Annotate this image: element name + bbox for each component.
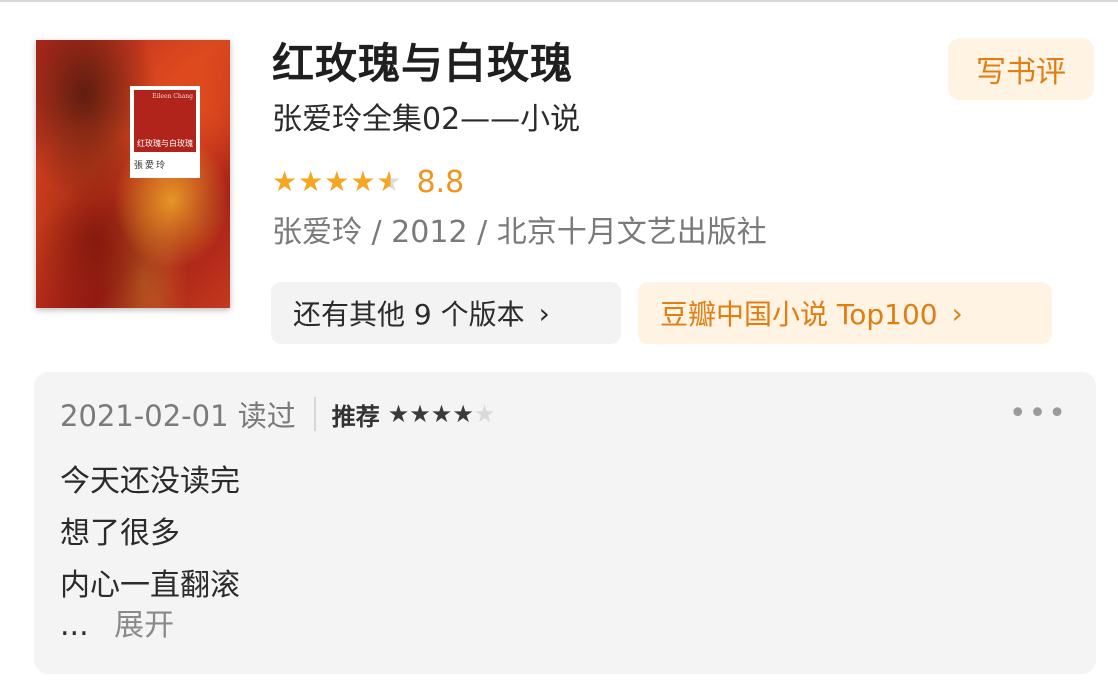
rating-row: ★ ★ ★ ★ ★ 8.8 [272, 162, 464, 202]
other-versions-button[interactable]: 还有其他 9 个版本 › [271, 282, 621, 344]
rating-score: 8.8 [416, 164, 465, 200]
chevron-right-icon: › [951, 296, 963, 330]
book-subtitle: 张爱玲全集02——小说 [272, 102, 581, 137]
top-list-button[interactable]: 豆瓣中国小说 Top100 › [638, 282, 1052, 344]
star-icon: ★ [298, 165, 324, 198]
star-icon: ★ [387, 400, 410, 428]
expand-link[interactable]: 展开 [114, 608, 174, 643]
review-text: 今天还没读完 想了很多 内心一直翻滚 [60, 456, 240, 612]
review-line: 今天还没读完 [60, 464, 240, 499]
more-dots-icon[interactable]: ••• [1009, 396, 1068, 431]
star-icon: ★ [350, 165, 376, 198]
write-review-button[interactable]: 写书评 [948, 38, 1094, 100]
divider [313, 397, 316, 431]
book-cover[interactable]: Eileen Chang 红玫瑰与白玫瑰 張愛玲 [36, 40, 230, 308]
star-icon: ★ [409, 400, 431, 428]
review-header: 2021-02-01 读过 推荐 ★ ★ ★ ★ ★ [60, 392, 495, 436]
book-title: 红玫瑰与白玫瑰 [272, 39, 574, 88]
empty-star-icon: ★ [473, 400, 496, 428]
cover-label: Eileen Chang 红玫瑰与白玫瑰 張愛玲 [130, 86, 200, 178]
star-icon: ★ [430, 400, 453, 428]
book-meta[interactable]: 张爱玲 / 2012 / 北京十月文艺出版社 [272, 212, 767, 254]
review-line: 想了很多 [60, 516, 180, 551]
star-icon: ★ [272, 165, 298, 198]
cover-signature: 張愛玲 [134, 161, 168, 171]
chevron-right-icon: › [538, 296, 550, 330]
top-list-label: 豆瓣中国小说 Top100 [660, 298, 938, 331]
expand-row: ... 展开 [60, 604, 174, 648]
cover-author-en: Eileen Chang [152, 93, 193, 100]
ellipsis: ... [60, 608, 89, 643]
other-versions-label: 还有其他 9 个版本 [293, 298, 525, 331]
top-divider [0, 0, 1118, 2]
half-star-icon: ★ [376, 165, 402, 198]
my-review-card[interactable]: 2021-02-01 读过 推荐 ★ ★ ★ ★ ★ ••• 今天还没读完 想了… [34, 372, 1096, 674]
star-icon: ★ [452, 400, 474, 428]
rating-stars: ★ ★ ★ ★ ★ [272, 168, 403, 196]
cover-title: 红玫瑰与白玫瑰 [137, 139, 193, 148]
recommend-label: 推荐 [331, 402, 380, 431]
star-icon: ★ [324, 165, 350, 198]
review-date: 2021-02-01 读过 [60, 399, 296, 433]
